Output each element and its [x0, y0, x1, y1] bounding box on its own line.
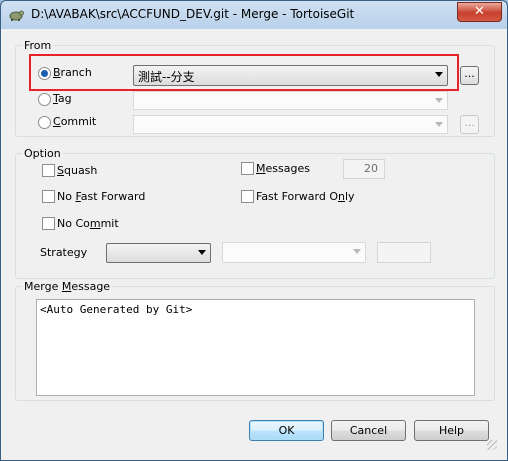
nc-label-accel: m [89, 217, 101, 230]
commit-radio[interactable] [38, 116, 51, 129]
no-fast-forward-label[interactable]: No Fast Forward [57, 190, 145, 203]
chevron-down-icon [435, 72, 443, 77]
branch-label-rest: ranch [60, 66, 92, 79]
tag-label-rest: ag [57, 92, 72, 105]
strategy-label: Strategy [40, 246, 88, 259]
from-group-label: From [24, 39, 52, 52]
no-fast-forward-checkbox[interactable] [42, 190, 55, 203]
tortoisegit-icon [9, 10, 24, 21]
messages-count-input[interactable]: 20 [343, 159, 385, 179]
dialog-client-area: From Branch 測試--分支 ... Tag Commit ... Op… [9, 31, 499, 452]
branch-radio-label[interactable]: Branch [53, 66, 92, 79]
no-commit-label[interactable]: No Commit [57, 217, 119, 230]
merge-dialog-window: D:\AVABAK\src\ACCFUND_DEV.git - Merge - … [0, 0, 508, 461]
browse-commit-button[interactable]: ... [460, 115, 479, 134]
squash-label-rest: quash [63, 164, 98, 177]
mm-label-post: essage [71, 280, 111, 293]
window-title: D:\AVABAK\src\ACCFUND_DEV.git - Merge - … [31, 7, 355, 21]
branch-radio[interactable] [38, 67, 51, 80]
messages-label-rest: essages [265, 162, 310, 175]
ffo-label-accel: n [338, 190, 345, 203]
ok-button[interactable]: OK [249, 420, 324, 441]
resize-grip[interactable] [487, 440, 497, 450]
no-commit-checkbox[interactable] [42, 217, 55, 230]
branch-combo-value: 測試--分支 [138, 70, 195, 84]
messages-label[interactable]: Messages [256, 162, 310, 175]
strategy-param-input[interactable] [377, 242, 431, 263]
messages-label-accel: M [256, 162, 266, 175]
tag-radio-label[interactable]: Tag [53, 92, 72, 105]
title-bar[interactable]: D:\AVABAK\src\ACCFUND_DEV.git - Merge - … [1, 1, 507, 29]
ffo-label-pre: Fast Forward O [256, 190, 338, 203]
messages-checkbox[interactable] [241, 162, 254, 175]
option-group-label: Option [24, 147, 61, 160]
chevron-down-icon [198, 250, 206, 255]
merge-message-group-label: Merge Message [22, 280, 112, 293]
close-button[interactable]: ✕ [457, 2, 502, 22]
cancel-button[interactable]: Cancel [331, 420, 406, 441]
strategy-option-combo[interactable] [222, 242, 366, 263]
branch-combo[interactable]: 測試--分支 [133, 65, 448, 86]
browse-refs-button[interactable]: ... [460, 66, 479, 85]
chevron-down-icon [353, 249, 361, 254]
chevron-down-icon [435, 122, 443, 127]
chevron-down-icon [435, 98, 443, 103]
merge-message-textarea[interactable]: <Auto Generated by Git> [36, 299, 475, 396]
commit-radio-label[interactable]: Commit [53, 115, 96, 128]
help-button[interactable]: Help [414, 420, 489, 441]
tag-radio[interactable] [38, 93, 51, 106]
commit-combo[interactable] [133, 115, 448, 134]
nc-label-pre: No Co [57, 217, 90, 230]
squash-checkbox[interactable] [42, 164, 55, 177]
nc-label-post: mit [100, 217, 119, 230]
commit-label-accel: C [53, 115, 61, 128]
tag-combo[interactable] [133, 91, 448, 110]
nff-label-post: ast Forward [80, 190, 146, 203]
mm-label-pre: Merge [24, 280, 62, 293]
strategy-combo[interactable] [106, 243, 211, 263]
ffo-label-post: ly [344, 190, 355, 203]
commit-label-rest: ommit [60, 115, 97, 128]
fast-forward-only-checkbox[interactable] [241, 190, 254, 203]
fast-forward-only-label[interactable]: Fast Forward Only [256, 190, 355, 203]
mm-label-accel: M [61, 280, 72, 293]
squash-label-accel: S [57, 164, 64, 177]
squash-label[interactable]: Squash [57, 164, 97, 177]
branch-label-accel: B [53, 66, 61, 79]
nff-label-pre: No [57, 190, 76, 203]
